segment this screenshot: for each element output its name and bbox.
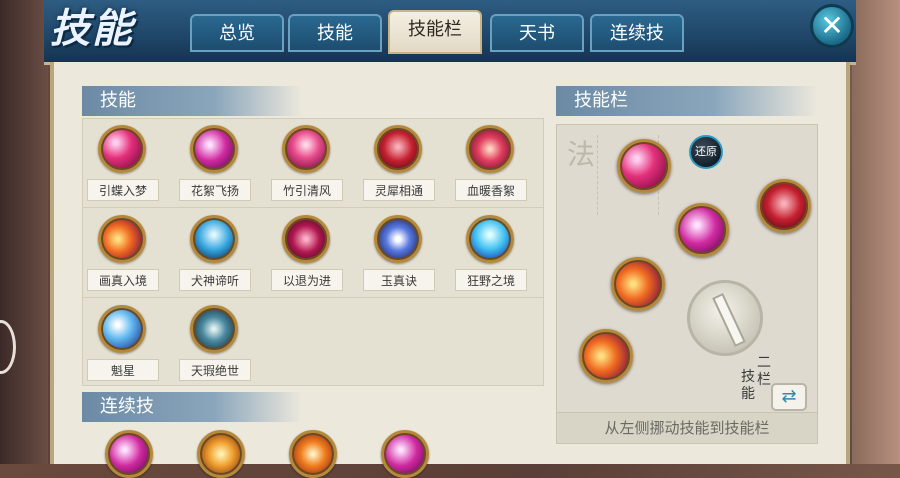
skillbar-section-header: 技能栏 [556, 86, 818, 116]
combo-skill-icon[interactable] [381, 430, 429, 478]
skill-label: 竹引清风 [271, 179, 343, 201]
star-icon [98, 305, 146, 353]
combo-skill-icon[interactable] [105, 430, 153, 478]
skill-label: 以退为进 [271, 269, 343, 291]
skill-item[interactable]: 灵犀相通 [363, 125, 435, 211]
bamboo-breeze-icon [282, 125, 330, 173]
close-icon: ✕ [820, 9, 844, 42]
skill-item[interactable]: 血暖香絮 [455, 125, 527, 211]
skill-label: 魁星 [87, 359, 159, 381]
combo-skill-icon[interactable] [289, 430, 337, 478]
skill-label: 画真入境 [87, 269, 159, 291]
skill-label: 玉真诀 [363, 269, 435, 291]
skillbar-slot-2[interactable] [757, 179, 811, 233]
skill-label: 天瑕绝世 [179, 359, 251, 381]
skillbar-hint: 从左侧挪动技能到技能栏 [556, 412, 818, 444]
skill-item[interactable]: 竹引清风 [271, 125, 343, 211]
tab-skills[interactable]: 技能 [288, 14, 382, 52]
combo-skill-icon[interactable] [197, 430, 245, 478]
skill-item[interactable]: 犬神谛听 [179, 215, 251, 301]
skill-label: 花絮飞扬 [179, 179, 251, 201]
restore-button[interactable]: 还原 [689, 135, 723, 169]
tab-combo[interactable]: 连续技 [590, 14, 684, 52]
dog-spirit-icon [190, 215, 238, 263]
skillbar-slot-3[interactable] [675, 203, 729, 257]
skillbar-area: 法 还原 二栏 技能 ⇄ [556, 124, 818, 418]
switch-bar-text: 二栏 [757, 355, 771, 388]
background-left [0, 0, 48, 464]
jade-secret-icon [374, 215, 422, 263]
dial-needle [712, 292, 746, 348]
skill-item[interactable]: 画真入境 [87, 215, 159, 301]
combo-section-header: 连续技 [82, 392, 302, 422]
skill-item[interactable]: 以退为进 [271, 215, 343, 301]
skill-item[interactable]: 天瑕绝世 [179, 305, 251, 391]
wild-realm-icon [466, 215, 514, 263]
flying-petals-icon [190, 125, 238, 173]
skill-label: 犬神谛听 [179, 269, 251, 291]
skill-item[interactable]: 玉真诀 [363, 215, 435, 301]
window-title: 技能 [50, 5, 134, 52]
skills-section-header: 技能 [82, 86, 302, 116]
content-panel: 技能 引蝶入梦 花絮飞扬 竹引清风 灵犀相通 血暖香絮 画真入境 犬神谛听 以退… [50, 62, 850, 478]
painting-realm-icon [98, 215, 146, 263]
skill-label: 灵犀相通 [363, 179, 435, 201]
tab-skillbar[interactable]: 技能栏 [388, 10, 482, 54]
switch-bar-button[interactable]: 二栏 技能 ⇄ [741, 355, 813, 413]
skill-window: 技能 总览 技能 技能栏 天书 连续技 ✕ 技能 引蝶入梦 花絮飞扬 竹引清风 [44, 0, 856, 478]
skill-item[interactable]: 狂野之境 [455, 215, 527, 301]
skillbar-slot-5[interactable] [579, 329, 633, 383]
spirit-link-icon [374, 125, 422, 173]
skill-label: 狂野之境 [455, 269, 527, 291]
tab-overview[interactable]: 总览 [190, 14, 284, 52]
switch-arrow-icon: ⇄ [771, 383, 807, 411]
skill-item[interactable]: 花絮飞扬 [179, 125, 251, 211]
background-right [852, 0, 900, 464]
skills-grid: 引蝶入梦 花絮飞扬 竹引清风 灵犀相通 血暖香絮 画真入境 犬神谛听 以退为进 … [82, 118, 544, 386]
skillbar-slot-4[interactable] [611, 257, 665, 311]
skill-label: 引蝶入梦 [87, 179, 159, 201]
retreat-advance-icon [282, 215, 330, 263]
blood-warmth-icon [466, 125, 514, 173]
skill-label: 血暖香絮 [455, 179, 527, 201]
skillbar-dial [687, 280, 763, 356]
skillbar-slot-1[interactable] [617, 139, 671, 193]
ink-decoration: 法 [567, 138, 596, 171]
close-button[interactable]: ✕ [810, 4, 854, 48]
skill-item[interactable]: 引蝶入梦 [87, 125, 159, 211]
butterfly-dream-icon [98, 125, 146, 173]
switch-skill-text: 技能 [741, 369, 755, 402]
skill-item[interactable]: 魁星 [87, 305, 159, 391]
tab-heavenly-book[interactable]: 天书 [490, 14, 584, 52]
heavenly-jade-icon [190, 305, 238, 353]
